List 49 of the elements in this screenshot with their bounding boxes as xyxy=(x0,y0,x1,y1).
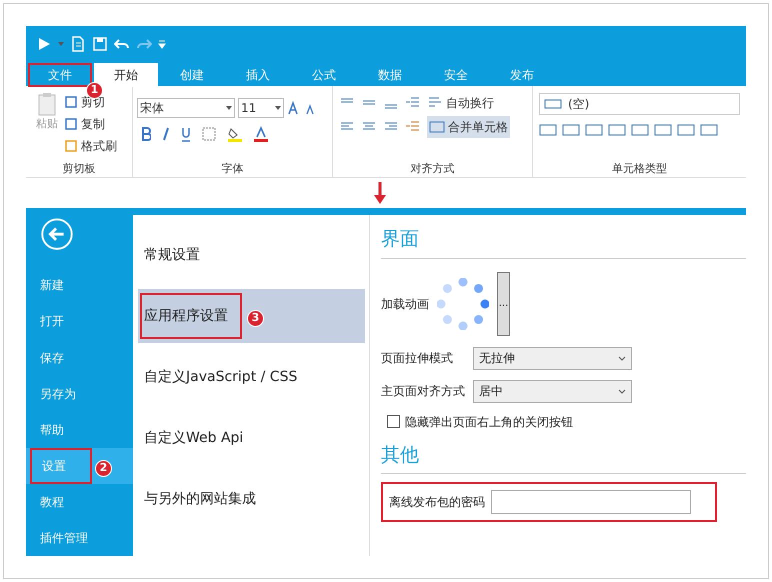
group-label: 剪切板 xyxy=(62,161,96,177)
cell-type-dropdown[interactable]: (空) xyxy=(539,93,740,115)
caret-icon xyxy=(226,106,232,110)
merge-cells-button[interactable]: 合并单元格 xyxy=(427,116,510,138)
loading-spinner-icon xyxy=(437,278,489,330)
field-label: 页面拉伸模式 xyxy=(381,351,453,365)
down-arrow-icon xyxy=(374,182,386,204)
field-label: 离线发布包的密码 xyxy=(389,494,485,511)
section-heading: 其他 xyxy=(381,440,746,474)
chevron-down-icon xyxy=(618,356,626,360)
settings-category[interactable]: 自定义Web Api xyxy=(140,415,246,461)
border-icon[interactable] xyxy=(201,126,217,142)
wrap-text-button[interactable]: 自动换行 xyxy=(427,94,494,112)
browse-button[interactable]: ... xyxy=(497,272,510,336)
callout-badge: 2 xyxy=(95,460,112,477)
settings-category[interactable]: 与另外的网站集成 xyxy=(140,476,258,522)
textbox-icon xyxy=(544,99,562,109)
field-label: 隐藏弹出页面右上角的关闭按钮 xyxy=(405,414,573,430)
checkbox[interactable] xyxy=(387,415,400,428)
font-family-dropdown[interactable]: 宋体 xyxy=(137,98,235,118)
customize-icon[interactable] xyxy=(158,39,166,49)
underline-icon[interactable] xyxy=(181,126,191,142)
callout-badge: 3 xyxy=(247,310,264,327)
field-label: 主页面对齐方式 xyxy=(381,384,465,398)
font-color-icon[interactable] xyxy=(253,126,269,142)
new-file-icon[interactable] xyxy=(70,36,86,52)
select-dropdown[interactable]: 居中 xyxy=(473,380,632,402)
caret-icon xyxy=(275,106,281,110)
select-dropdown[interactable]: 无拉伸 xyxy=(473,346,632,370)
field-label: 加载动画 xyxy=(381,296,429,312)
settings-category[interactable]: 自定义JavaScript / CSS xyxy=(140,354,300,400)
run-icon[interactable] xyxy=(36,36,52,52)
group-label: 对齐方式 xyxy=(410,161,456,177)
merge-icon xyxy=(429,119,445,135)
group-label: 单元格类型 xyxy=(611,161,668,177)
save-icon[interactable] xyxy=(92,36,108,52)
password-field[interactable] xyxy=(491,490,691,514)
section-heading: 界面 xyxy=(381,225,746,258)
fill-color-icon[interactable] xyxy=(227,126,243,142)
format-painter-button[interactable]: 格式刷 xyxy=(64,136,117,156)
font-size-dropdown[interactable]: 11 xyxy=(238,98,284,118)
bold-icon[interactable] xyxy=(141,126,151,142)
copy-button[interactable]: 复制 xyxy=(64,114,117,134)
italic-icon[interactable] xyxy=(161,126,171,142)
caret-icon xyxy=(58,42,64,46)
settings-category[interactable]: 应用程序设置 xyxy=(140,293,242,339)
chevron-down-icon xyxy=(618,388,626,394)
settings-category[interactable]: 常规设置 xyxy=(140,232,202,278)
group-label: 字体 xyxy=(220,161,244,177)
